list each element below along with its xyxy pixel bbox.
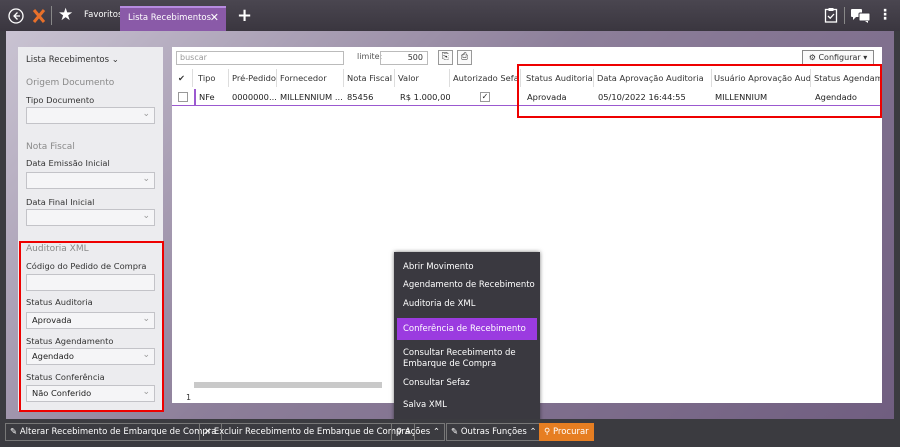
row-selected-marker: [194, 89, 196, 105]
data-emissao-select[interactable]: ⌄: [26, 172, 155, 189]
search-input[interactable]: buscar: [176, 51, 344, 65]
highlight-box-auditoria-columns: [517, 64, 882, 118]
tipo-documento-select[interactable]: ⌄: [26, 107, 155, 124]
limit-input[interactable]: 500: [380, 51, 428, 65]
header-tipo[interactable]: Tipo: [198, 69, 226, 87]
page-number[interactable]: 1: [186, 393, 191, 402]
chevron-up-icon: ⌃: [432, 427, 440, 437]
horizontal-scrollbar[interactable]: [194, 382, 382, 388]
clipboard-check-icon[interactable]: [824, 0, 838, 34]
top-bar: ★ Favoritos - Lista Recebimentos ✕ + ⋮: [0, 0, 900, 31]
configure-button[interactable]: ⚙ Configurar ▾: [802, 50, 874, 65]
chat-icon[interactable]: [851, 0, 871, 34]
tab-label: Lista Recebimentos: [128, 13, 212, 23]
close-icon: ✕: [204, 427, 212, 437]
limit-label: limite:: [357, 52, 383, 61]
cell-tipo: NFe: [199, 92, 215, 102]
section-origem-documento: Origem Documento: [26, 78, 115, 88]
export-icon[interactable]: ⎘: [438, 50, 453, 65]
menu-item-consultar-recebimento-line2[interactable]: Embarque de Compra: [403, 359, 496, 370]
section-nota-fiscal: Nota Fiscal: [26, 142, 75, 152]
excluir-recebimento-button[interactable]: ✕ Excluir Recebimento de Embarque de Com…: [199, 423, 416, 441]
bottom-action-bar: ✎ Alterar Recebimento de Embarque de Com…: [0, 419, 900, 447]
data-final-select[interactable]: ⌄: [26, 209, 155, 226]
data-final-label: Data Final Inicial: [26, 197, 95, 207]
add-tab-icon[interactable]: +: [237, 5, 252, 26]
column-divider: [276, 69, 277, 87]
cell-nota-fiscal: 85456: [347, 92, 374, 102]
tab-lista-recebimentos[interactable]: Lista Recebimentos ✕: [120, 6, 226, 31]
data-emissao-label: Data Emissão Inicial: [26, 158, 110, 168]
outras-funcoes-button[interactable]: ✎ Outras Funções ⌃: [446, 423, 542, 441]
print-icon[interactable]: ⎙: [457, 50, 472, 65]
header-pre-pedido[interactable]: Pré-Pedido: [232, 69, 278, 87]
row-checkbox[interactable]: [178, 92, 188, 102]
menu-item-abrir-movimento[interactable]: Abrir Movimento: [403, 262, 474, 273]
edit-icon: ✎: [451, 427, 459, 437]
key-icon: ⚲: [396, 427, 403, 437]
menu-item-auditoria-xml[interactable]: Auditoria de XML: [403, 299, 475, 310]
cell-autorizado-sefaz-checkbox: ✓: [480, 92, 490, 102]
header-nota-fiscal[interactable]: Nota Fiscal: [347, 69, 395, 87]
chevron-up-icon: ⌃: [529, 427, 537, 437]
favorites-star-icon[interactable]: ★: [58, 0, 73, 31]
menu-item-conferencia[interactable]: Conferência de Recebimento: [403, 324, 526, 335]
highlight-box-auditoria: [19, 241, 164, 412]
column-divider: [449, 69, 450, 87]
chevron-down-icon: ⌄: [142, 109, 150, 119]
close-tab-icon[interactable]: ✕: [210, 11, 219, 24]
cell-pre-pedido: 0000000...: [232, 92, 277, 102]
header-autorizado-sefaz[interactable]: Autorizado Sefaz: [453, 69, 517, 87]
actions-menu: Abrir Movimento Agendamento de Recebimen…: [394, 252, 540, 422]
chevron-down-icon: ⌄: [142, 211, 150, 221]
chevron-down-icon: ⌄: [142, 174, 150, 184]
edit-icon: ✎: [10, 427, 18, 437]
tipo-documento-label: Tipo Documento: [26, 95, 95, 105]
menu-item-consultar-recebimento[interactable]: Consultar Recebimento de: [403, 348, 516, 359]
chevron-down-icon: ⌄: [111, 55, 119, 65]
divider: [51, 6, 52, 25]
divider: [844, 7, 845, 24]
column-divider: [343, 69, 344, 87]
search-icon: ⚲: [544, 427, 551, 437]
more-vertical-icon[interactable]: ⋮: [878, 0, 892, 31]
column-divider: [228, 69, 229, 87]
back-circle-icon[interactable]: [8, 0, 24, 35]
header-valor[interactable]: Valor: [398, 69, 448, 87]
filter-title[interactable]: Lista Recebimentos ⌄: [26, 55, 119, 65]
column-divider: [192, 69, 193, 87]
column-divider: [394, 69, 395, 87]
menu-item-agendamento[interactable]: Agendamento de Recebimento: [403, 280, 535, 291]
procurar-button[interactable]: ⚲ Procurar: [539, 423, 594, 441]
header-fornecedor[interactable]: Fornecedor: [280, 69, 340, 87]
acoes-button[interactable]: ⚲ Ações ⌃: [391, 423, 445, 441]
alterar-recebimento-button[interactable]: ✎ Alterar Recebimento de Embarque de Com…: [5, 423, 222, 441]
cell-valor: R$ 1.000,00: [400, 92, 450, 102]
header-check[interactable]: ✔: [178, 69, 190, 87]
menu-item-salva-xml[interactable]: Salva XML: [403, 400, 447, 411]
menu-item-consultar-sefaz[interactable]: Consultar Sefaz: [403, 378, 470, 389]
star-logo-icon: [32, 0, 46, 35]
cell-fornecedor: MILLENNIUM ...: [280, 92, 342, 102]
